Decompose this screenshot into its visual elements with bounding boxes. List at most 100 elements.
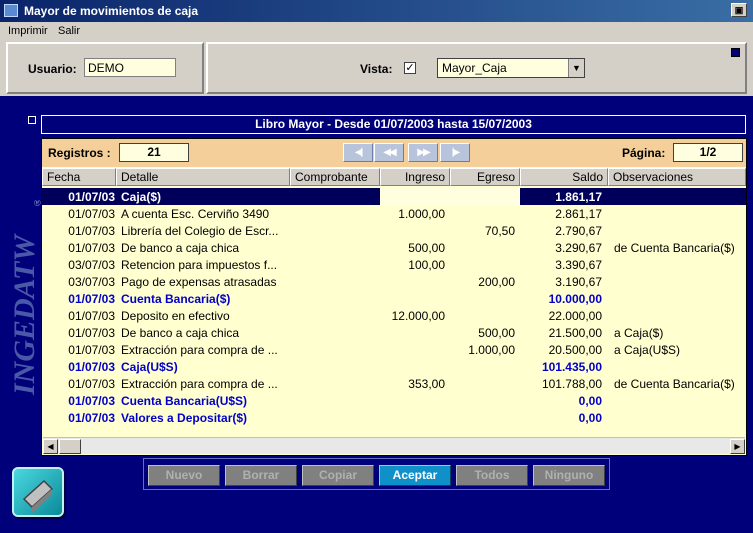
cell-detalle: Cuenta Bancaria(U$S): [121, 394, 248, 408]
cell-saldo: 101.435,00: [541, 360, 602, 374]
brand-logo: INGEDATW ®: [8, 200, 41, 396]
cell-fecha: 01/07/03: [68, 394, 115, 408]
cell-saldo: 10.000,00: [548, 292, 602, 306]
svg-text:INGEDATW: INGEDATW: [8, 233, 41, 396]
grid-toolbar: Registros : 21 ◀| ◀◀ ▶▶ |▶ Página: 1/2: [42, 139, 746, 167]
cell-detalle: A cuenta Esc. Cerviño 3490: [121, 207, 270, 221]
chevron-down-icon[interactable]: ▼: [568, 59, 584, 77]
first-page-button[interactable]: ◀|: [343, 143, 373, 162]
table-row[interactable]: 01/07/03 Cuenta Bancaria($) 10.000,00: [42, 290, 746, 307]
cell-detalle: Caja($): [121, 190, 162, 204]
cell-saldo: 3.190,67: [555, 275, 602, 289]
column-observaciones[interactable]: Observaciones: [608, 168, 746, 186]
table-row[interactable]: 01/07/03 Caja($) 1.861,17: [42, 188, 746, 205]
cell-fecha: 01/07/03: [68, 190, 115, 204]
cell-fecha: 01/07/03: [68, 326, 115, 340]
cell-ingreso: 100,00: [408, 258, 445, 272]
table-row[interactable]: 01/07/03 De banco a caja chica 500,00 21.50…: [42, 324, 746, 341]
panel-corner-icon: [731, 48, 740, 57]
action-bar: Nuevo Borrar Copiar Aceptar Todos Ningun…: [143, 458, 610, 490]
table-row[interactable]: 01/07/03 Extracción para compra de ... 353…: [42, 375, 746, 392]
selected-cell-highlight: [380, 188, 520, 205]
ninguno-button[interactable]: Ninguno: [533, 465, 605, 486]
table-row[interactable]: 01/07/03 Extracción para compra de ... 1.0…: [42, 341, 746, 358]
cell-observaciones: de Cuenta Bancaria($): [614, 377, 735, 391]
column-saldo[interactable]: Saldo: [520, 168, 608, 186]
cell-detalle: De banco a caja chica: [121, 326, 240, 340]
pagina-label: Página:: [622, 146, 666, 160]
copiar-button[interactable]: Copiar: [302, 465, 374, 486]
table-row[interactable]: 01/07/03 Librería del Colegio de Escr... 7…: [42, 222, 746, 239]
title-bar: Mayor de movimientos de caja ▣: [0, 0, 753, 22]
cell-detalle: De banco a caja chica: [121, 241, 240, 255]
cell-saldo: 20.500,00: [548, 343, 602, 357]
menu-salir[interactable]: Salir: [58, 25, 80, 37]
grid-corner-icon: [28, 116, 36, 124]
scroll-right-icon[interactable]: ▶: [730, 439, 745, 454]
registros-value: 21: [119, 143, 189, 162]
menu-imprimir[interactable]: Imprimir: [8, 25, 48, 37]
cell-fecha: 01/07/03: [68, 292, 115, 306]
table-row[interactable]: 01/07/03 Caja(U$S) 101.435,00: [42, 358, 746, 375]
cell-fecha: 01/07/03: [68, 411, 115, 425]
ledger-grid: Registros : 21 ◀| ◀◀ ▶▶ |▶ Página: 1/2 F…: [41, 138, 747, 456]
cell-saldo: 101.788,00: [541, 377, 602, 391]
cell-saldo: 1.861,17: [555, 190, 602, 204]
table-row[interactable]: 01/07/03 De banco a caja chica 500,00 3.290…: [42, 239, 746, 256]
scroll-thumb[interactable]: [59, 439, 81, 454]
cell-saldo: 22.000,00: [548, 309, 602, 323]
cell-saldo: 2.861,17: [555, 207, 602, 221]
table-row[interactable]: 01/07/03 Cuenta Bancaria(U$S) 0,00: [42, 392, 746, 409]
horizontal-scrollbar[interactable]: ◀ ▶: [43, 437, 745, 454]
next-page-button[interactable]: ▶▶: [408, 143, 438, 162]
cell-detalle: Librería del Colegio de Escr...: [121, 224, 279, 238]
cell-fecha: 01/07/03: [68, 360, 115, 374]
prev-page-button[interactable]: ◀◀: [374, 143, 404, 162]
vista-checkbox[interactable]: ✓: [404, 62, 416, 74]
column-ingreso[interactable]: Ingreso: [380, 168, 450, 186]
cell-fecha: 03/07/03: [68, 275, 115, 289]
menu-bar: Imprimir Salir: [0, 22, 753, 40]
cell-fecha: 01/07/03: [68, 207, 115, 221]
column-fecha[interactable]: Fecha: [42, 168, 116, 186]
cell-ingreso: 500,00: [408, 241, 445, 255]
cell-saldo: 21.500,00: [548, 326, 602, 340]
pagina-value: 1/2: [673, 143, 743, 162]
app-logo-icon[interactable]: [12, 467, 64, 517]
column-detalle[interactable]: Detalle: [116, 168, 290, 186]
cell-fecha: 01/07/03: [68, 377, 115, 391]
cell-saldo: 2.790,67: [555, 224, 602, 238]
aceptar-button[interactable]: Aceptar: [379, 465, 451, 486]
restore-button[interactable]: ▣: [731, 3, 747, 17]
last-page-button[interactable]: |▶: [440, 143, 470, 162]
cell-fecha: 01/07/03: [68, 343, 115, 357]
brand-text: INGEDATW: [8, 233, 41, 396]
column-egreso[interactable]: Egreso: [450, 168, 520, 186]
table-row[interactable]: 03/07/03 Pago de expensas atrasadas 200,00…: [42, 273, 746, 290]
cell-observaciones: a Caja($): [614, 326, 664, 340]
cell-saldo: 0,00: [578, 394, 602, 408]
cell-observaciones: a Caja(U$S): [614, 343, 681, 357]
vista-label: Vista:: [360, 62, 393, 76]
cell-saldo: 3.390,67: [555, 258, 602, 272]
borrar-button[interactable]: Borrar: [225, 465, 297, 486]
cell-observaciones: de Cuenta Bancaria($): [614, 241, 735, 255]
cell-saldo: 0,00: [578, 411, 602, 425]
scroll-left-icon[interactable]: ◀: [43, 439, 58, 454]
nuevo-button[interactable]: Nuevo: [148, 465, 220, 486]
table-row[interactable]: 03/07/03 Retencion para impuestos f... 100…: [42, 256, 746, 273]
column-comprobante[interactable]: Comprobante: [290, 168, 380, 186]
table-row[interactable]: 01/07/03 A cuenta Esc. Cerviño 3490 1.000,…: [42, 205, 746, 222]
vista-select[interactable]: Mayor_Caja ▼: [437, 58, 585, 78]
ledger-header: Libro Mayor - Desde 01/07/2003 hasta 15/…: [41, 115, 746, 134]
window-title: Mayor de movimientos de caja: [24, 4, 199, 18]
cell-saldo: 3.290,67: [555, 241, 602, 255]
table-row[interactable]: 01/07/03 Valores a Depositar($) 0,00: [42, 409, 746, 426]
cell-fecha: 03/07/03: [68, 258, 115, 272]
cell-fecha: 01/07/03: [68, 309, 115, 323]
cell-detalle: Retencion para impuestos f...: [121, 258, 278, 272]
table-row[interactable]: 01/07/03 Deposito en efectivo 12.000,00 22.…: [42, 307, 746, 324]
todos-button[interactable]: Todos: [456, 465, 528, 486]
brand-mark: ®: [34, 200, 41, 208]
usuario-input[interactable]: DEMO: [84, 58, 176, 77]
